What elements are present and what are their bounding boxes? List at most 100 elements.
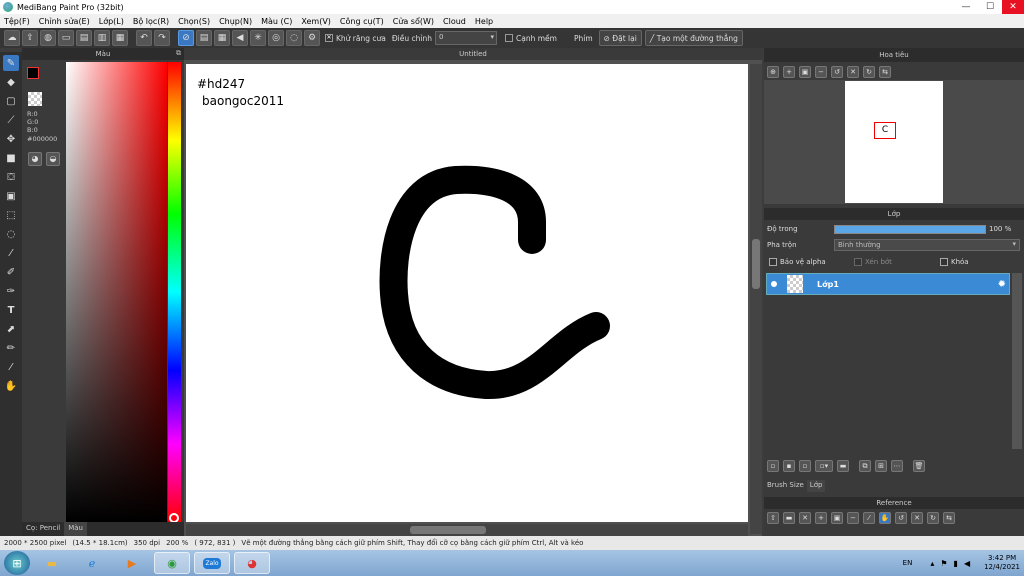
folder-icon[interactable]: ▬	[837, 460, 849, 472]
pen-tool-icon[interactable]: ✎	[3, 55, 19, 71]
tab-color[interactable]: Màu	[64, 522, 87, 536]
operation-tool-icon[interactable]: ⬈	[3, 321, 19, 337]
export-icon[interactable]: ⇪	[22, 30, 38, 46]
zoom-out-icon[interactable]: −	[815, 66, 827, 78]
zoom-in-icon[interactable]: +	[783, 66, 795, 78]
network-icon[interactable]: ▮	[954, 559, 958, 568]
fill-tool-icon[interactable]: ⛋	[3, 169, 19, 185]
undo-icon[interactable]: ↶	[136, 30, 152, 46]
clock[interactable]: 3:42 PM 12/4/2021	[984, 554, 1020, 572]
blend-mode-select[interactable]: Bình thường	[834, 239, 1020, 251]
correction-select[interactable]: 0	[435, 31, 497, 45]
maximize-button[interactable]: ☐	[978, 0, 1002, 14]
add-layer-menu-icon[interactable]: ▫▾	[815, 460, 833, 472]
ref-flip-icon[interactable]: ⇆	[943, 512, 955, 524]
snap-circle-icon[interactable]: ◎	[268, 30, 284, 46]
ref-zoom-out-icon[interactable]: −	[847, 512, 859, 524]
ref-close-icon[interactable]: ✕	[799, 512, 811, 524]
eraser-tool-icon[interactable]: ◆	[3, 74, 19, 90]
drawing-canvas[interactable]: #hd247 baongoc2011	[186, 64, 748, 522]
layer-scrollbar[interactable]	[1012, 273, 1022, 449]
visibility-icon[interactable]	[771, 281, 777, 287]
media-player-icon[interactable]: ▶	[114, 552, 150, 574]
hand-tool-icon[interactable]: ✋	[3, 378, 19, 394]
blur-tool-icon[interactable]: ⟋	[3, 112, 19, 128]
dot-tool-icon[interactable]: ▢	[3, 93, 19, 109]
lasso-tool-icon[interactable]: ◌	[3, 226, 19, 242]
menu-select[interactable]: Chọn(S)	[178, 17, 210, 26]
ref-zoom-in-icon[interactable]: +	[815, 512, 827, 524]
antialias-checkbox[interactable]: ✕	[325, 34, 333, 42]
canvas-horizontal-scrollbar[interactable]	[186, 524, 748, 536]
zalo-icon[interactable]: Zalo	[194, 552, 230, 574]
vertical-scroll-thumb[interactable]	[752, 239, 760, 289]
layer-settings-icon[interactable]: ✹	[998, 279, 1006, 290]
lock-checkbox[interactable]	[940, 258, 948, 266]
comment-icon[interactable]: ◍	[40, 30, 56, 46]
medibang-icon[interactable]: ◕	[234, 552, 270, 574]
ref-reset-icon[interactable]: ✕	[911, 512, 923, 524]
snap-grid-icon[interactable]: ▦	[214, 30, 230, 46]
ref-upload-icon[interactable]: ⇧	[767, 512, 779, 524]
flip-icon[interactable]: ⇆	[879, 66, 891, 78]
ref-open-icon[interactable]: ▬	[783, 512, 795, 524]
select-pen-icon[interactable]: ✐	[3, 264, 19, 280]
rotate-right-icon[interactable]: ↻	[863, 66, 875, 78]
menu-capture[interactable]: Chụp(N)	[219, 17, 252, 26]
reset-button[interactable]: ⊘ Đặt lại	[598, 30, 642, 46]
foreground-color-swatch[interactable]	[27, 67, 39, 79]
menu-edit[interactable]: Chỉnh sửa(E)	[39, 17, 90, 26]
merge-layer-icon[interactable]: ⊞	[875, 460, 887, 472]
zoom-fit-icon[interactable]: ⊕	[767, 66, 779, 78]
grid-icon[interactable]: ▦	[112, 30, 128, 46]
snap-settings-icon[interactable]: ⚙	[304, 30, 320, 46]
menu-window[interactable]: Cửa sổ(W)	[393, 17, 434, 26]
rotate-left-icon[interactable]: ↺	[831, 66, 843, 78]
tray-arrow-icon[interactable]: ▴	[930, 559, 934, 568]
explorer-icon[interactable]: ▬	[34, 552, 70, 574]
ref-fit-icon[interactable]: ▣	[831, 512, 843, 524]
chat-icon[interactable]: ▭	[58, 30, 74, 46]
ref-hand-icon[interactable]: ✋	[879, 512, 891, 524]
select-tool-icon[interactable]: ⬚	[3, 207, 19, 223]
redo-icon[interactable]: ↷	[154, 30, 170, 46]
flag-icon[interactable]: ⚑	[940, 559, 947, 568]
select-eraser-icon[interactable]: ✑	[3, 283, 19, 299]
page-icon[interactable]: ▤	[76, 30, 92, 46]
minimize-button[interactable]: —	[954, 0, 978, 14]
new-halftone-layer-icon[interactable]: ▪	[783, 460, 795, 472]
rotate-reset-icon[interactable]: ✕	[847, 66, 859, 78]
duplicate-layer-icon[interactable]: ⧉	[859, 460, 871, 472]
clipping-checkbox[interactable]	[854, 258, 862, 266]
canvas-vertical-scrollbar[interactable]	[750, 64, 762, 534]
tab-brush[interactable]: Cọ: Pencil	[22, 522, 64, 536]
text-tool-icon[interactable]: T	[3, 302, 19, 318]
cloud-icon[interactable]: ☁	[4, 30, 20, 46]
delete-layer-icon[interactable]: 🗑	[913, 460, 925, 472]
hue-slider[interactable]	[168, 62, 181, 522]
navigator-preview[interactable]: C	[764, 80, 1024, 204]
opacity-slider[interactable]	[834, 225, 986, 234]
layer-row[interactable]: Lớp1 ✹	[766, 273, 1010, 295]
volume-icon[interactable]: ◀	[964, 559, 970, 568]
horizontal-scroll-thumb[interactable]	[410, 526, 486, 534]
saturation-value-picker[interactable]	[66, 62, 167, 522]
gradient-tool-icon[interactable]: ▣	[3, 188, 19, 204]
language-indicator[interactable]: EN	[903, 559, 913, 567]
menu-help[interactable]: Help	[475, 17, 493, 26]
panel-popout-icon[interactable]: ⧉	[176, 49, 181, 58]
snap-off-icon[interactable]: ⊘	[178, 30, 194, 46]
move-tool-icon[interactable]: ✥	[3, 131, 19, 147]
green-app-icon[interactable]: ◉	[154, 552, 190, 574]
protect-alpha-checkbox[interactable]	[769, 258, 777, 266]
ref-eyedropper-icon[interactable]: ⁄	[863, 512, 875, 524]
color-settings-icon[interactable]: ◒	[46, 152, 60, 166]
layer-props-icon[interactable]: ⋯	[891, 460, 903, 472]
tab-layer[interactable]: Lớp	[806, 480, 826, 492]
document-tab[interactable]: Untitled	[184, 48, 762, 60]
straight-line-button[interactable]: ╱ Tạo một đường thẳng	[644, 30, 743, 46]
start-button[interactable]: ⊞	[4, 551, 30, 575]
menu-layer[interactable]: Lớp(L)	[99, 17, 124, 26]
menu-color[interactable]: Màu (C)	[261, 17, 292, 26]
magic-wand-icon[interactable]: ⁄	[3, 245, 19, 261]
